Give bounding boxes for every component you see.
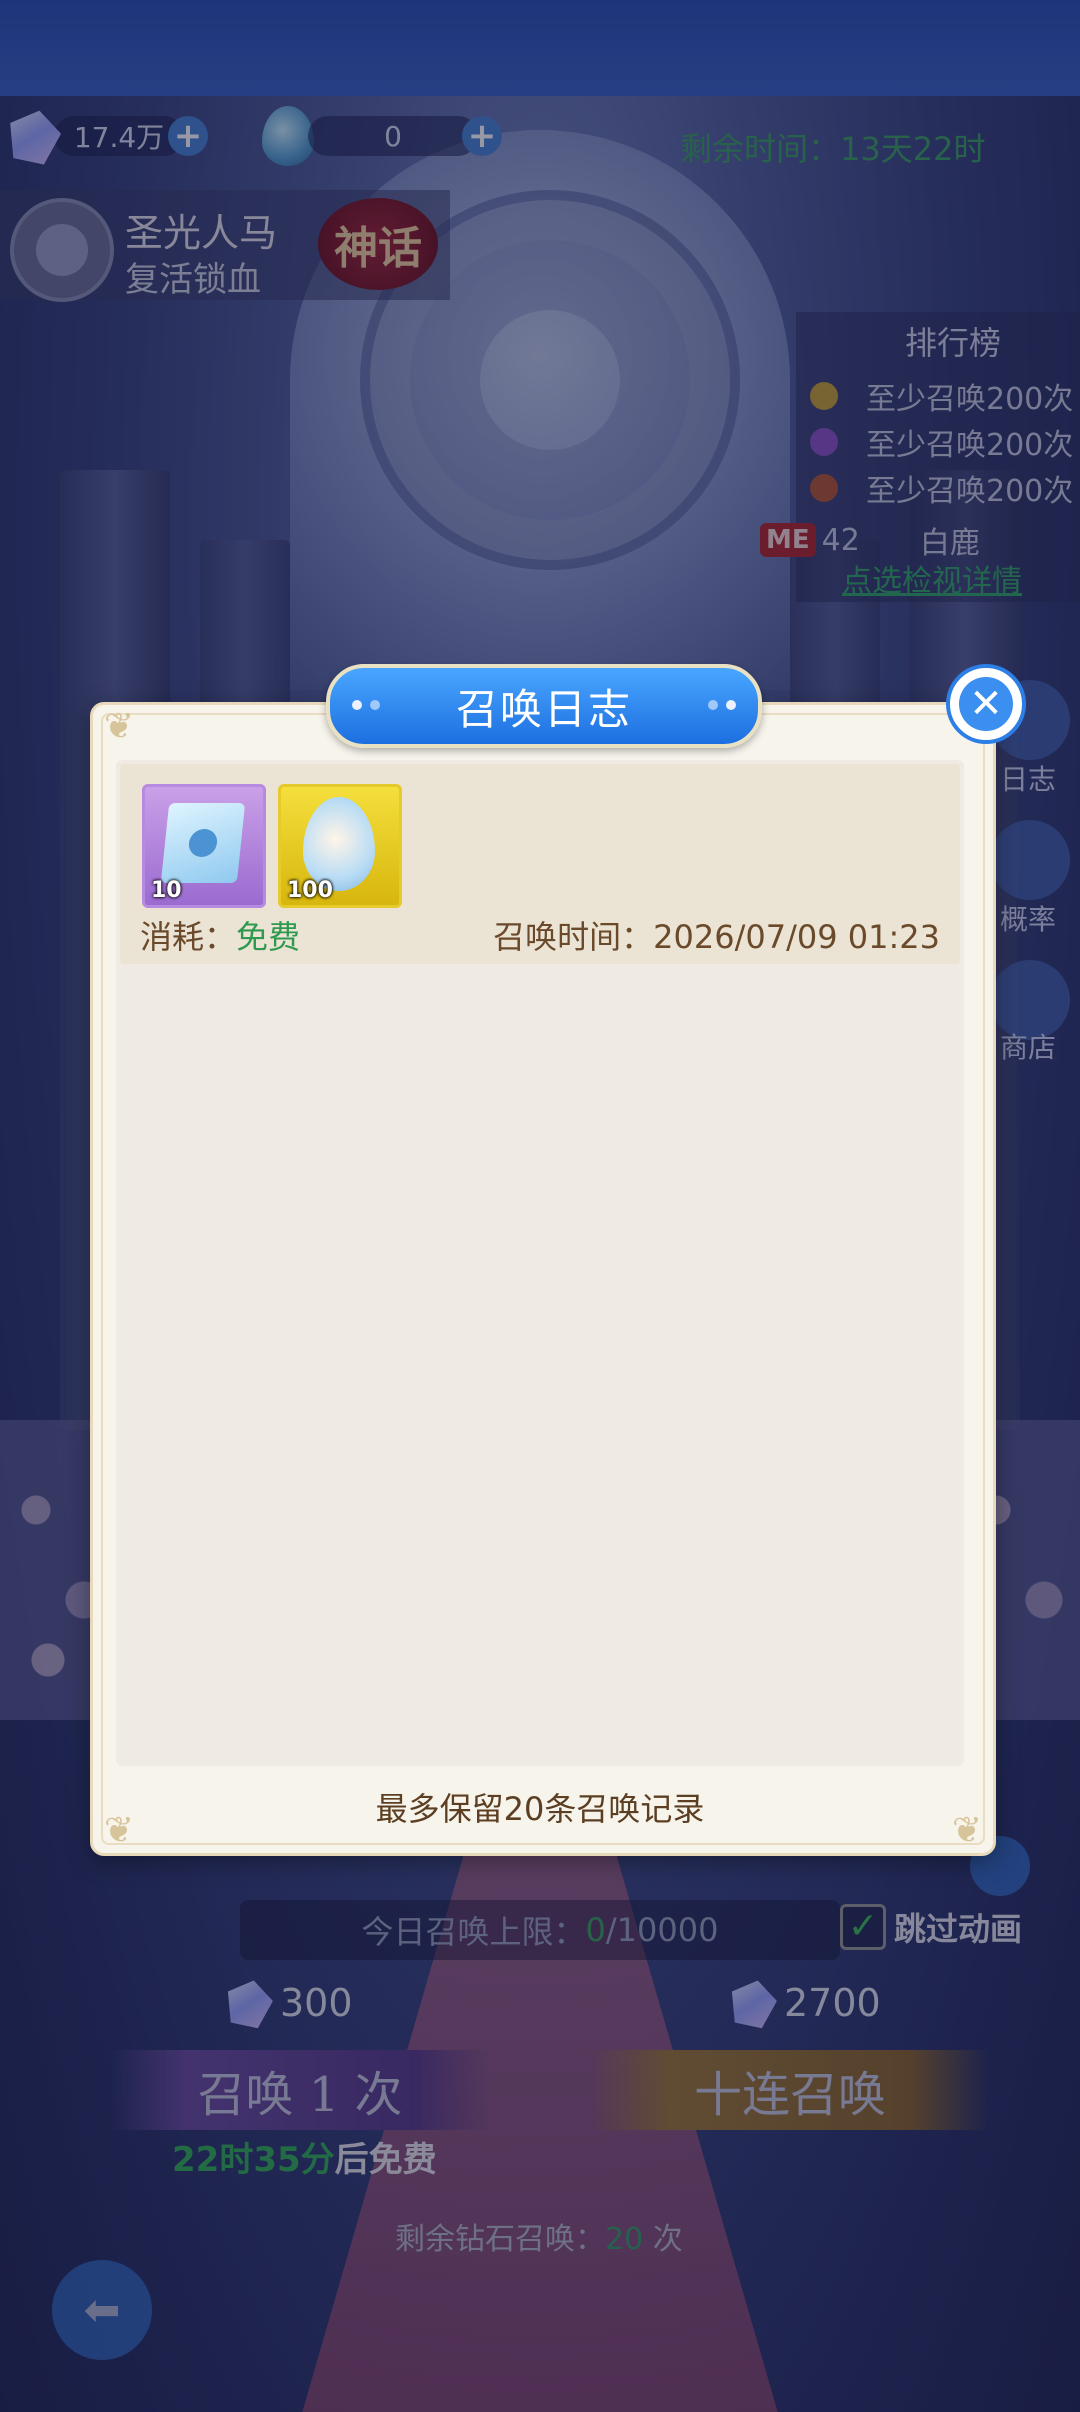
log-retention-note: 最多保留20条召唤记录: [375, 1790, 705, 1828]
corner-ornament-icon: ❦: [103, 706, 135, 747]
hero-egg-icon: [303, 797, 375, 891]
item-count: 100: [287, 878, 333, 903]
banner-dot: [726, 700, 736, 710]
cost-value: 免费: [236, 918, 301, 956]
skill-book-icon: [160, 803, 246, 883]
dialog-title-banner: 召唤日志: [326, 664, 762, 748]
banner-dot: [708, 700, 718, 710]
dialog-title: 召唤日志: [455, 684, 632, 734]
close-button[interactable]: ✕: [946, 664, 1026, 744]
banner-dot: [352, 700, 362, 710]
banner-dot: [370, 700, 380, 710]
entry-cost: 消耗：免费: [140, 912, 300, 958]
cost-label: 消耗：: [140, 918, 237, 956]
reward-item[interactable]: 10: [142, 784, 266, 908]
close-icon[interactable]: ✕: [959, 677, 1013, 731]
item-count: 10: [151, 878, 182, 903]
reward-item[interactable]: 100: [278, 784, 402, 908]
entry-summon-time: 召唤时间：2026/07/09 01:23: [493, 918, 940, 956]
